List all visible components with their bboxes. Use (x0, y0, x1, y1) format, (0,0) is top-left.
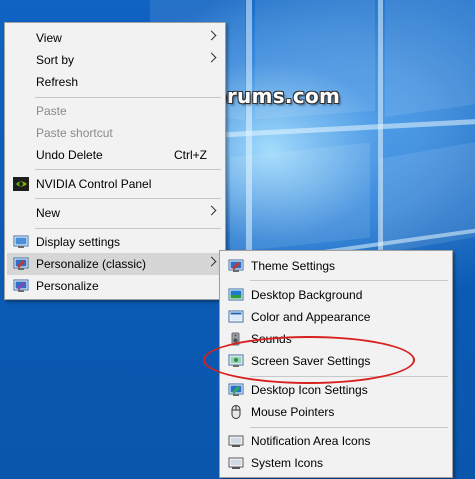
menu-item-label: Personalize (36, 279, 99, 293)
menu-item-label: Sort by (36, 53, 75, 67)
menu-item-label: Display settings (36, 235, 121, 249)
submenu-item-label: Desktop Icon Settings (251, 383, 368, 397)
chevron-right-icon (206, 205, 217, 216)
menu-item-label: Paste (36, 104, 67, 118)
personalize-icon (13, 279, 29, 292)
chevron-right-icon (206, 30, 217, 41)
menu-separator (35, 97, 221, 98)
menu-item-sort-by[interactable]: Sort by (7, 49, 223, 71)
menu-item-view[interactable]: View (7, 27, 223, 49)
mouse-icon (231, 405, 241, 419)
chevron-right-icon (206, 52, 217, 63)
menu-item-label: Personalize (classic) (36, 257, 147, 271)
submenu-item-theme-settings[interactable]: Theme Settings (222, 255, 450, 277)
menu-item-label: Undo Delete (36, 148, 103, 162)
menu-item-personalize[interactable]: Personalize (7, 275, 223, 297)
menu-item-label: Paste shortcut (36, 126, 113, 140)
notification-area-icon (228, 435, 244, 447)
menu-item-display-settings[interactable]: Display settings (7, 231, 223, 253)
desktop-icon-settings-icon (228, 383, 244, 396)
submenu-item-mouse-pointers[interactable]: Mouse Pointers (222, 401, 450, 423)
menu-separator (35, 198, 221, 199)
personalize-classic-icon (13, 257, 29, 270)
submenu-item-label: Color and Appearance (251, 310, 371, 324)
nvidia-icon (13, 177, 29, 191)
menu-item-nvidia-control-panel[interactable]: NVIDIA Control Panel (7, 173, 223, 195)
menu-item-label: Refresh (36, 75, 79, 89)
wallpaper-frame (246, 0, 252, 250)
submenu-item-label: Mouse Pointers (251, 405, 335, 419)
desktop-background-icon (228, 288, 244, 301)
menu-item-paste-shortcut[interactable]: Paste shortcut (7, 122, 223, 144)
submenu-item-label: Desktop Background (251, 288, 363, 302)
submenu-item-color-and-appearance[interactable]: Color and Appearance (222, 306, 450, 328)
submenu-item-label: System Icons (251, 456, 324, 470)
menu-item-refresh[interactable]: Refresh (7, 71, 223, 93)
submenu-item-label: Theme Settings (251, 259, 336, 273)
system-icons-icon (228, 457, 244, 469)
submenu-item-system-icons[interactable]: System Icons (222, 452, 450, 474)
chevron-right-icon (206, 256, 217, 267)
menu-item-personalize-classic[interactable]: Personalize (classic) (7, 253, 223, 275)
menu-item-new[interactable]: New (7, 202, 223, 224)
display-settings-icon (13, 235, 29, 248)
menu-separator (35, 228, 221, 229)
submenu-item-label: Notification Area Icons (251, 434, 371, 448)
menu-item-label: NVIDIA Control Panel (36, 177, 152, 191)
menu-item-paste[interactable]: Paste (7, 100, 223, 122)
menu-item-undo-delete[interactable]: Undo Delete Ctrl+Z (7, 144, 223, 166)
menu-item-shortcut: Ctrl+Z (174, 148, 207, 162)
menu-separator (250, 427, 448, 428)
red-annotation-ellipse (203, 336, 415, 384)
submenu-item-desktop-background[interactable]: Desktop Background (222, 284, 450, 306)
menu-separator (250, 280, 448, 281)
menu-item-label: New (36, 206, 61, 220)
submenu-item-notification-area-icons[interactable]: Notification Area Icons (222, 430, 450, 452)
menu-item-label: View (36, 31, 62, 45)
theme-settings-icon (228, 259, 244, 272)
wallpaper-frame (200, 118, 475, 139)
desktop-context-menu: View Sort by Refresh Paste Paste shortcu… (4, 22, 226, 300)
color-appearance-icon (228, 310, 244, 323)
wallpaper-pane (385, 0, 475, 118)
menu-separator (35, 169, 221, 170)
